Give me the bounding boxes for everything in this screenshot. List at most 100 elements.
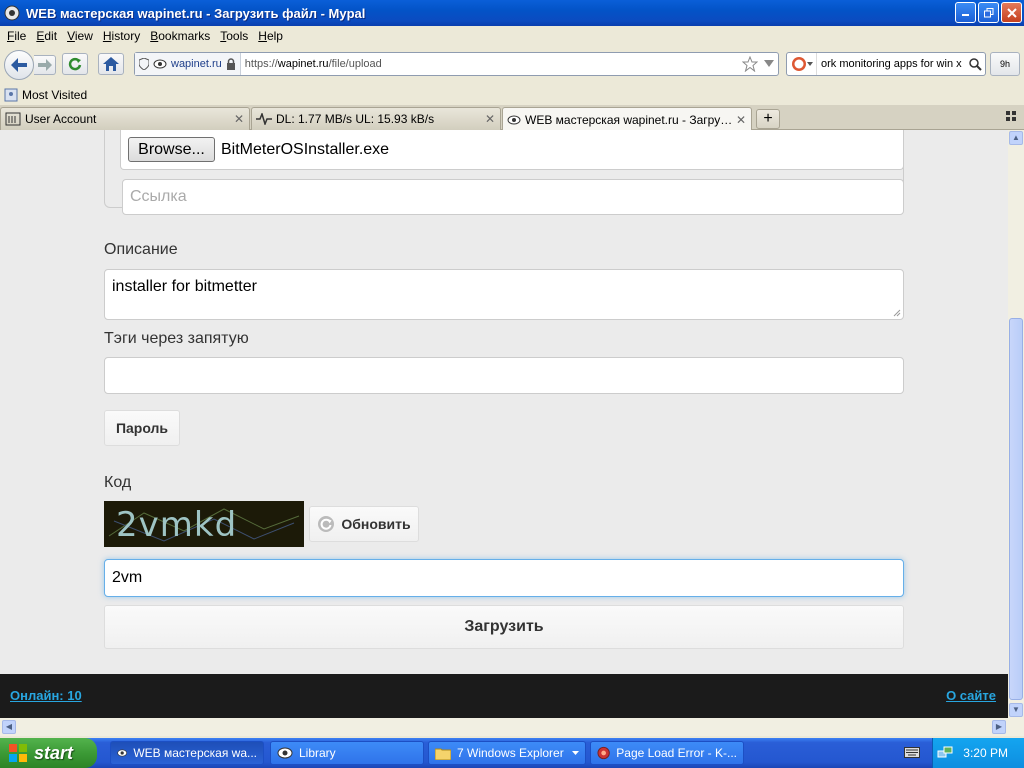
resize-grip-icon[interactable] [893, 309, 901, 317]
menu-bookmarks[interactable]: Bookmarks [145, 29, 215, 43]
site-identity-label: wapinet.ru [171, 58, 222, 70]
tags-label: Тэги через запятую [104, 330, 249, 347]
tab-bitmeter[interactable]: DL: 1.77 MB/s UL: 15.93 kB/s ✕ [251, 107, 501, 130]
url-host: wapinet.ru [277, 58, 329, 70]
menu-edit[interactable]: Edit [31, 29, 62, 43]
menu-file[interactable]: File [2, 29, 31, 43]
scroll-up-icon[interactable]: ▲ [1009, 131, 1023, 145]
close-window-button[interactable] [1001, 2, 1022, 23]
taskbar-item-label: Page Load Error - K-... [616, 746, 737, 760]
tab-close-icon[interactable]: ✕ [233, 112, 245, 126]
start-button[interactable]: start [0, 738, 97, 768]
search-icon [968, 57, 982, 71]
description-textarea[interactable]: installer for bitmetter [104, 269, 904, 320]
url-text[interactable]: https://wapinet.ru/file/upload [241, 58, 382, 70]
list-all-tabs-icon[interactable] [1006, 111, 1016, 124]
restore-icon [983, 7, 993, 17]
online-count-link[interactable]: Онлайн: 10 [10, 688, 82, 703]
group-dropdown-icon [572, 751, 579, 755]
system-tray: 3:20 PM [932, 738, 1024, 768]
tab-user-account[interactable]: User Account ✕ [0, 107, 250, 130]
new-tab-button[interactable]: + [756, 109, 780, 129]
shield-icon [139, 58, 149, 70]
restore-button[interactable] [978, 2, 999, 23]
kmeleon-icon [597, 746, 610, 760]
vertical-scrollbar[interactable]: ▲ ▼ [1008, 130, 1024, 718]
lock-icon [226, 58, 235, 70]
minimize-button[interactable] [955, 2, 976, 23]
captcha-text: 2vmkd [116, 505, 237, 545]
search-input[interactable]: ork monitoring apps for win x [817, 58, 965, 70]
horizontal-scrollbar[interactable]: ◀ ▶ [0, 718, 1024, 736]
menu-tools[interactable]: Tools [215, 29, 253, 43]
scroll-left-icon[interactable]: ◀ [2, 720, 16, 734]
keyboard-icon[interactable] [904, 745, 920, 762]
back-arrow-icon [11, 58, 27, 72]
menu-view[interactable]: View [62, 29, 98, 43]
scrollbar-thumb[interactable] [1009, 318, 1023, 700]
scroll-down-icon[interactable]: ▼ [1009, 703, 1023, 717]
menu-bar: File Edit View History Bookmarks Tools H… [0, 26, 1024, 46]
link-input-placeholder: Ссылка [130, 188, 187, 205]
browse-button[interactable]: Browse... [128, 137, 215, 162]
refresh-captcha-label: Обновить [341, 516, 411, 532]
tab-close-icon[interactable]: ✕ [484, 112, 496, 126]
mypal-icon [117, 749, 128, 757]
forward-button[interactable] [34, 55, 56, 75]
taskbar-item-label: 7 Windows Explorer [457, 746, 564, 760]
taskbar: start WEB мастерская wa... Library 7 Win… [0, 738, 1024, 768]
taskbar-item-page-load-error[interactable]: Page Load Error - K-... [590, 741, 744, 765]
site-identity[interactable]: wapinet.ru [135, 53, 241, 75]
site-footer: Онлайн: 10 О сайте [0, 674, 1008, 718]
title-bar: WEB мастерская wapinet.ru - Загрузить фа… [0, 0, 1024, 26]
password-button[interactable]: Пароль [104, 410, 180, 446]
library-icon [277, 747, 293, 759]
window-controls [955, 2, 1022, 23]
search-engine-selector[interactable] [787, 53, 817, 75]
tags-input[interactable] [104, 357, 904, 394]
window-title: WEB мастерская wapinet.ru - Загрузить фа… [26, 5, 366, 21]
bookmarks-toolbar: Most Visited [0, 84, 1024, 105]
search-go-button[interactable] [965, 57, 985, 71]
taskbar-item-library[interactable]: Library [270, 741, 424, 765]
home-button[interactable] [98, 53, 124, 75]
forward-arrow-icon [37, 59, 52, 71]
minimize-icon [962, 14, 969, 16]
tab-wapinet-upload[interactable]: WEB мастерская wapinet.ru - Загрузит... … [502, 107, 752, 131]
about-site-link[interactable]: О сайте [946, 688, 996, 703]
back-button[interactable] [4, 50, 34, 80]
bookmark-star-icon[interactable] [742, 56, 758, 72]
refresh-captcha-button[interactable]: Обновить [309, 506, 419, 542]
tab-close-icon[interactable]: ✕ [735, 113, 747, 127]
search-bar[interactable]: ork monitoring apps for win x [786, 52, 986, 76]
site-favicon-icon [153, 59, 167, 69]
start-label: start [34, 742, 74, 763]
reload-button[interactable] [62, 53, 88, 75]
home-icon [103, 57, 119, 71]
refresh-icon [318, 516, 335, 532]
tab-label: User Account [25, 112, 97, 126]
network-icon[interactable] [937, 745, 953, 761]
description-label: Описание [104, 241, 178, 258]
link-input[interactable]: Ссылка [122, 179, 904, 215]
code-input[interactable]: 2vm [104, 559, 904, 597]
scroll-right-icon[interactable]: ▶ [992, 720, 1006, 734]
taskbar-item-windows-explorer[interactable]: 7 Windows Explorer [428, 741, 586, 765]
taskbar-item-label: WEB мастерская wa... [133, 746, 257, 760]
tab-label: DL: 1.77 MB/s UL: 15.93 kB/s [276, 112, 435, 126]
addon-button[interactable]: 9h [990, 52, 1020, 76]
address-bar[interactable]: wapinet.ru https://wapinet.ru/file/uploa… [134, 52, 779, 76]
clock[interactable]: 3:20 PM [963, 746, 1008, 760]
close-icon [1006, 7, 1017, 18]
url-path: /file/upload [328, 58, 382, 70]
upload-submit-button[interactable]: Загрузить [104, 605, 904, 649]
bookmark-most-visited[interactable]: Most Visited [22, 88, 87, 102]
menu-history[interactable]: History [98, 29, 145, 43]
tab-label: WEB мастерская wapinet.ru - Загрузит... [525, 112, 735, 127]
description-value: installer for bitmetter [112, 278, 257, 295]
dropdown-arrow-icon[interactable] [764, 60, 774, 68]
menu-help[interactable]: Help [253, 29, 288, 43]
page-content: Browse... BitMeterOSInstaller.exe Ссылка… [0, 130, 1008, 718]
captcha-image: 2vmkd [104, 501, 304, 547]
taskbar-item-mypal[interactable]: WEB мастерская wa... [110, 741, 264, 765]
